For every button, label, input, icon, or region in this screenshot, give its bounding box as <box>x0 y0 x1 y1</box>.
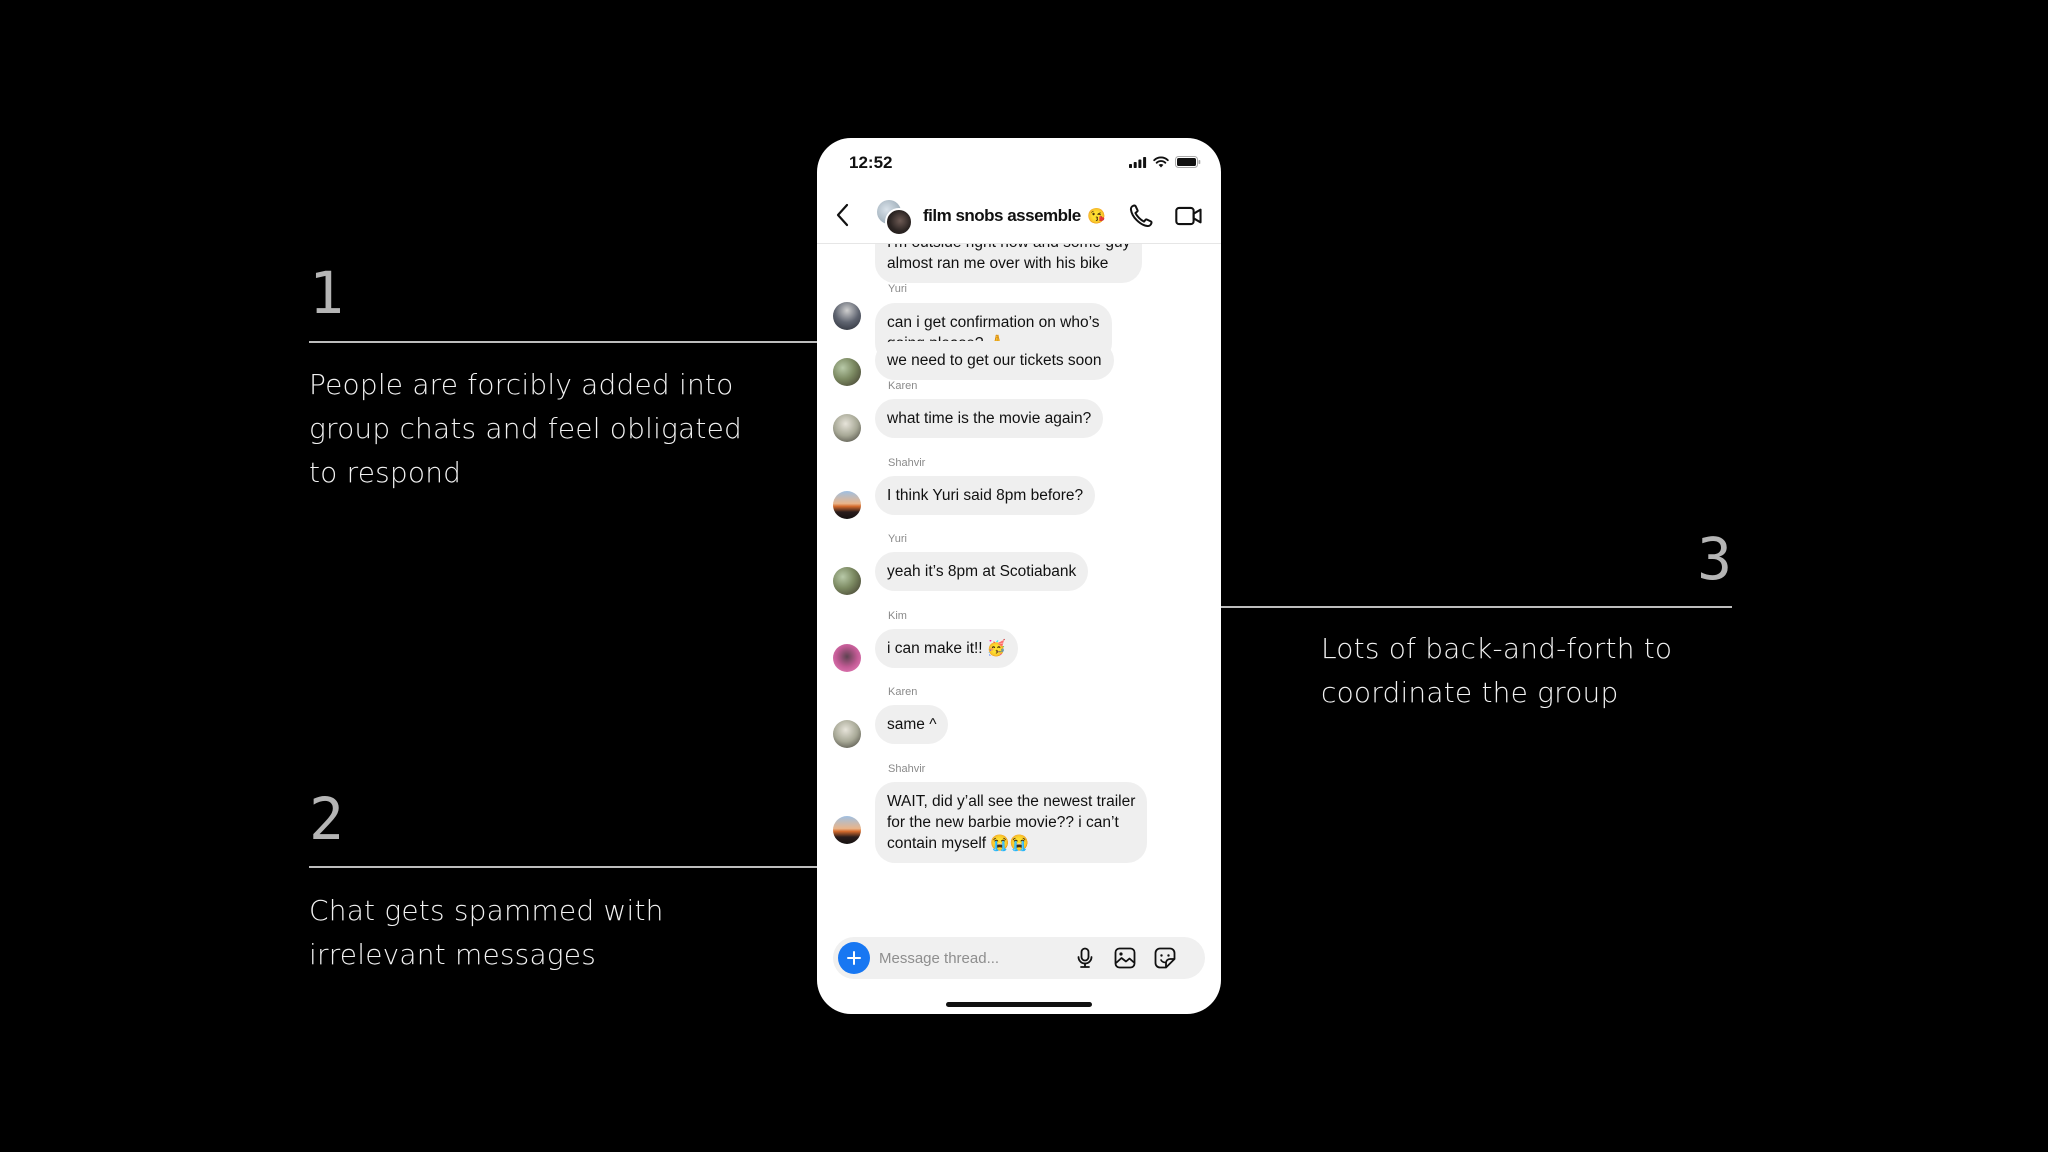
add-attachment-button[interactable] <box>838 942 870 974</box>
sender-avatar[interactable] <box>833 567 861 595</box>
video-icon <box>1175 206 1202 226</box>
annotation-number-3: 3 <box>1697 525 1732 593</box>
phone-icon <box>1129 204 1153 228</box>
annotation-text-3: Lots of back-and-forth to coordinate the… <box>1321 632 1673 709</box>
voice-message-button[interactable] <box>1073 946 1097 970</box>
annotation-number-1: 1 <box>309 259 344 327</box>
sender-avatar[interactable] <box>833 414 861 442</box>
sender-avatar[interactable] <box>833 816 861 844</box>
group-title-text: film snobs assemble <box>923 206 1081 225</box>
microphone-icon <box>1077 947 1093 968</box>
sender-avatar[interactable] <box>833 491 861 519</box>
sender-avatar[interactable] <box>833 302 861 330</box>
sticker-button[interactable] <box>1153 946 1177 970</box>
annotation-divider-2 <box>309 866 819 868</box>
message-bubble[interactable]: yeah it’s 8pm at Scotiabank <box>875 552 1089 591</box>
message-composer <box>833 937 1205 979</box>
image-icon <box>1114 947 1136 969</box>
send-image-button[interactable] <box>1113 946 1137 970</box>
sender-avatar[interactable] <box>833 644 861 672</box>
message-thread[interactable]: I'm outside right now and some guy almos… <box>817 244 1221 934</box>
signal-icon <box>1129 156 1147 168</box>
group-avatar-front <box>885 208 913 236</box>
back-button[interactable] <box>831 200 853 230</box>
message-bubble[interactable]: I'm outside right now and some guy almos… <box>875 244 1143 283</box>
message-sender: Yuri <box>888 533 907 545</box>
sticker-icon <box>1154 947 1176 969</box>
annotation-text-1: People are forcibly added into group cha… <box>309 368 742 489</box>
wifi-icon <box>1153 156 1169 168</box>
message-bubble[interactable]: WAIT, did y’all see the newest trailer f… <box>875 782 1148 863</box>
message-sender: Kim <box>888 610 907 622</box>
message-bubble[interactable]: same ^ <box>875 705 949 744</box>
phone-mockup: 12:52 film snobs assemble 😘 almost ran m… <box>817 138 1221 1014</box>
message-bubble[interactable]: we need to get our tickets soon <box>875 341 1114 380</box>
chevron-left-icon <box>836 203 849 227</box>
group-avatar[interactable] <box>877 200 913 236</box>
status-bar: 12:52 <box>817 138 1221 188</box>
sender-avatar[interactable] <box>833 720 861 748</box>
group-title-emoji: 😘 <box>1086 208 1106 225</box>
message-bubble[interactable]: what time is the movie again? <box>875 399 1104 438</box>
sender-avatar[interactable] <box>833 358 861 386</box>
status-icons <box>1129 156 1201 168</box>
message-bubble[interactable]: i can make it!! 🥳 <box>875 629 1019 668</box>
video-call-button[interactable] <box>1174 202 1204 230</box>
message-sender: Karen <box>888 380 918 392</box>
message-sender: Karen <box>888 686 918 698</box>
message-sender: Shahvir <box>888 763 926 775</box>
message-sender: Shahvir <box>888 457 926 469</box>
annotation-number-2: 2 <box>309 785 344 853</box>
battery-icon <box>1175 156 1201 168</box>
message-bubble[interactable]: I think Yuri said 8pm before? <box>875 476 1096 515</box>
message-sender: Yuri <box>888 283 907 295</box>
home-indicator <box>946 1002 1092 1007</box>
message-input[interactable] <box>879 937 1059 979</box>
voice-call-button[interactable] <box>1127 202 1155 230</box>
plus-icon <box>847 951 861 965</box>
group-title[interactable]: film snobs assemble 😘 <box>923 206 1106 226</box>
chat-header: film snobs assemble 😘 <box>817 188 1221 244</box>
annotation-divider-1 <box>309 341 819 343</box>
status-time: 12:52 <box>849 153 893 172</box>
annotation-divider-3 <box>1221 606 1732 608</box>
annotation-text-2: Chat gets spammed with irrelevant messag… <box>309 894 664 971</box>
